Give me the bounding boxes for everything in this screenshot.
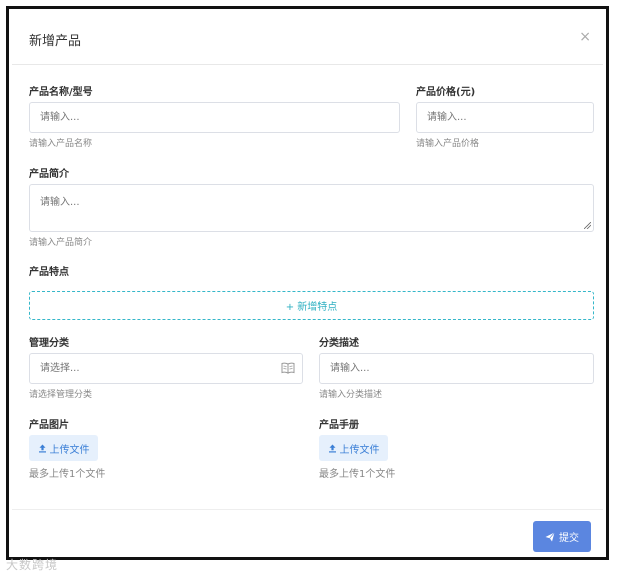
category-label: 管理分类 (29, 338, 69, 349)
close-icon[interactable]: × (579, 30, 591, 44)
product-name-input[interactable] (29, 102, 400, 133)
product-image-hint: 最多上传1个文件 (29, 469, 106, 480)
dialog-header: 新增产品 × (12, 12, 603, 65)
product-manual-label: 产品手册 (319, 420, 359, 431)
category-desc-input[interactable] (319, 353, 594, 384)
submit-label: 提交 (559, 533, 579, 544)
upload-icon (38, 444, 46, 452)
product-intro-label: 产品简介 (29, 169, 69, 180)
book-icon[interactable] (281, 362, 295, 374)
product-price-hint: 请输入产品价格 (416, 139, 480, 149)
product-name-hint: 请输入产品名称 (29, 139, 93, 149)
dialog-title: 新增产品 (29, 34, 82, 49)
resize-handle-icon[interactable] (584, 222, 591, 229)
product-manual-hint: 最多上传1个文件 (319, 469, 396, 480)
upload-manual-button[interactable]: 上传文件 (319, 435, 388, 461)
upload-image-label: 上传文件 (49, 444, 90, 456)
watermark: 大数跨境 (6, 558, 59, 572)
upload-manual-label: 上传文件 (339, 444, 380, 456)
product-features-label: 产品特点 (29, 267, 69, 278)
category-desc-label: 分类描述 (319, 338, 359, 349)
product-intro-hint: 请输入产品简介 (29, 238, 93, 248)
add-feature-button[interactable]: + 新增特点 (29, 291, 594, 320)
category-hint: 请选择管理分类 (29, 390, 93, 400)
upload-icon (328, 444, 336, 452)
upload-image-button[interactable]: 上传文件 (29, 435, 98, 461)
category-select[interactable] (29, 353, 303, 384)
dialog-footer: 提交 (12, 509, 603, 556)
product-intro-textarea[interactable] (29, 184, 594, 232)
submit-button[interactable]: 提交 (533, 521, 591, 552)
add-product-dialog: 新增产品 × 产品名称/型号 请输入产品名称 产品价格(元) 请输入产品价格 产… (12, 12, 603, 556)
product-price-label: 产品价格(元) (416, 87, 476, 98)
send-icon (545, 531, 555, 541)
product-name-label: 产品名称/型号 (29, 87, 93, 98)
category-desc-hint: 请输入分类描述 (319, 390, 383, 400)
product-price-input[interactable] (416, 102, 594, 133)
product-image-label: 产品图片 (29, 420, 69, 431)
